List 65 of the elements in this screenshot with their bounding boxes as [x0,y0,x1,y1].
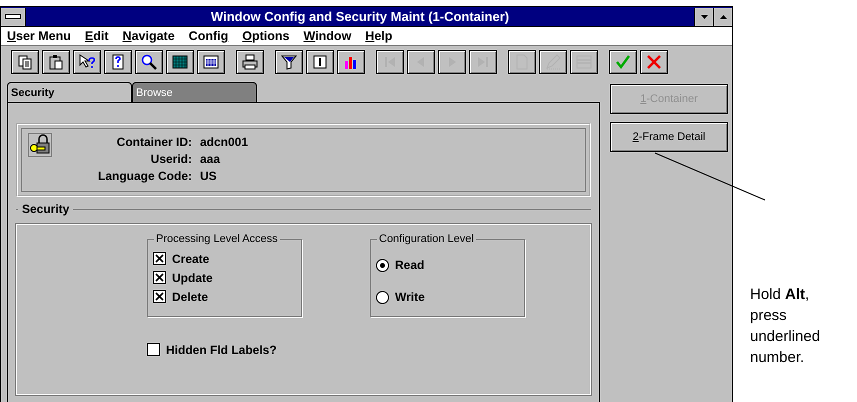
menu-item[interactable]: Window [303,29,352,43]
maximize-button[interactable] [713,8,732,26]
pointer-help-icon [79,54,95,70]
help-book-icon [110,54,126,70]
checkbox[interactable] [153,271,166,284]
radio-button[interactable] [376,258,389,272]
table-icon [203,54,219,70]
up-triangle-icon [720,14,726,18]
funnel-icon [281,54,297,70]
field-label: Userid: [150,152,192,166]
menu-item[interactable]: Navigate [122,29,175,43]
toolbar-button[interactable] [197,50,225,74]
checkbox-label: Delete [172,290,208,304]
tab[interactable]: Browse [132,82,257,102]
checkbox-label: Hidden Fld Labels? [166,342,277,356]
group-title: Security [18,202,74,216]
field-value: US [200,169,218,183]
cross-icon [646,54,662,70]
radio-label: Write [395,290,425,304]
toolbar-button[interactable] [236,50,264,74]
group-title: Configuration Level [377,233,476,245]
toolbar-button[interactable] [166,50,194,74]
menu-item[interactable]: Edit [84,29,109,43]
text-field-icon [312,54,328,70]
down-triangle-icon [700,14,708,18]
bar-chart-icon [343,54,359,70]
copy-icon [17,54,33,70]
checkbox[interactable] [153,252,166,265]
toolbar-button[interactable] [337,50,365,74]
lock-key-icon [28,133,52,157]
toolbar-button[interactable] [135,50,163,74]
toolbar-button[interactable] [11,50,39,74]
menu-item[interactable]: Help [365,29,392,43]
annotation-text: Hold Alt, press underlined number. [750,285,822,368]
checkbox[interactable] [153,290,166,303]
field-value: aaa [200,152,222,166]
toolbar-button[interactable] [275,50,303,74]
magnifier-icon [141,54,157,70]
toolbar-button[interactable] [104,50,132,74]
radio-label: Read [395,258,424,272]
menu-item[interactable]: User Menu [7,29,71,43]
menu-item[interactable]: Options [242,29,290,43]
toolbar-button[interactable] [306,50,334,74]
toolbar-button[interactable] [609,50,637,74]
toolbar-button[interactable] [42,50,70,74]
minimize-button[interactable] [694,8,713,26]
printer-icon [242,54,258,70]
tab[interactable]: Security [7,82,132,102]
checkmark-icon [615,54,631,70]
toolbar-button[interactable] [640,50,668,74]
group-title: Processing Level Access [154,233,280,245]
system-menu-button[interactable] [1,8,26,26]
menu-item[interactable]: Config [188,29,228,43]
field-label: Container ID: [116,135,192,149]
navigation-button[interactable]: 2-Frame Detail [610,122,728,152]
field-value: adcn001 [200,135,248,149]
checkbox-label: Create [172,252,210,266]
radio-button[interactable] [376,290,389,304]
field-label: Language Code: [96,169,192,183]
checkbox[interactable] [147,343,160,356]
grid-icon [172,54,188,70]
checkbox-label: Update [172,270,213,284]
clipboard-icon [48,54,64,70]
window-title: Window Config and Security Maint (1-Container) [210,9,510,24]
toolbar-button[interactable] [73,50,101,74]
